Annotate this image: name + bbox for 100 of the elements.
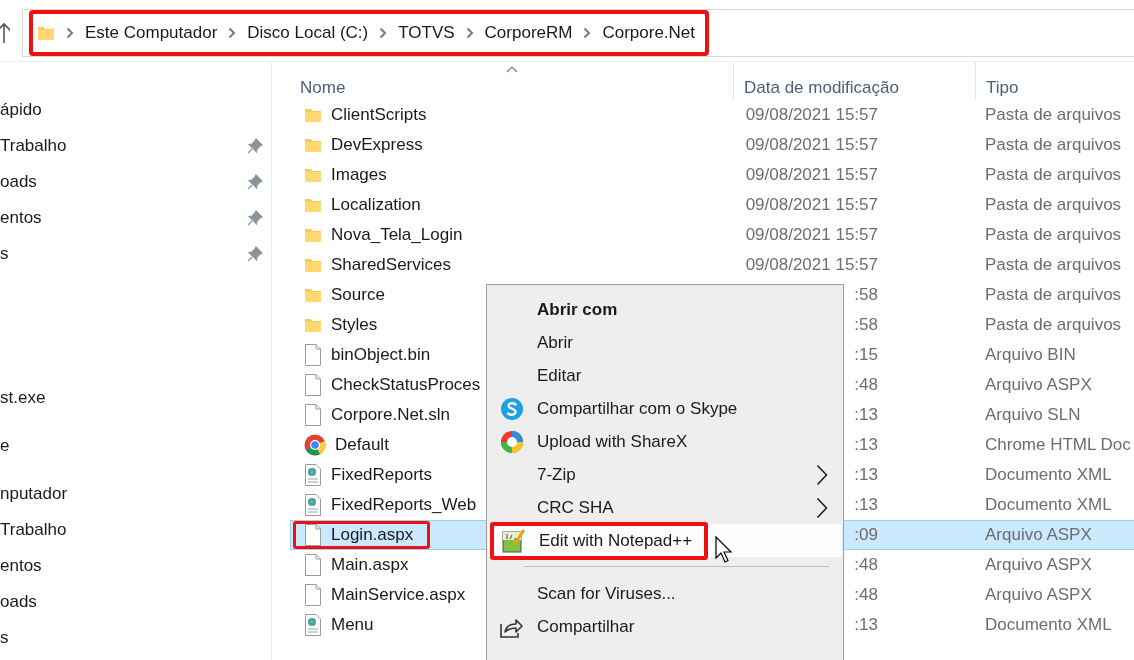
context-menu-item[interactable]: Upload with ShareX (488, 425, 842, 458)
column-header[interactable]: Tipo (975, 62, 1134, 100)
file-cell[interactable]: SharedServices (290, 250, 486, 280)
modified-date: :13 (854, 465, 878, 485)
chevron-right-icon (66, 26, 74, 39)
file-name: Default (335, 435, 389, 455)
menu-item-label: Upload with ShareX (537, 431, 688, 452)
file-cell[interactable]: MainService.aspx (290, 580, 486, 610)
web-document-icon (304, 614, 322, 636)
context-menu-item[interactable]: Scan for Viruses... (488, 577, 842, 610)
document-icon (304, 404, 322, 426)
menu-item-label: Edit with Notepad++ (539, 530, 693, 551)
address-bar[interactable]: Este Computador Disco Local (C:) TOTVS CorporeRM Corpore.Net (22, 8, 1134, 57)
breadcrumb-item[interactable]: TOTVS (398, 22, 455, 43)
modified-date: :13 (854, 405, 878, 425)
context-menu-item[interactable]: CRC SHA (488, 491, 842, 524)
file-cell[interactable]: FixedReports (290, 460, 486, 490)
nav-item[interactable]: st.exe (0, 380, 271, 416)
nav-item[interactable]: ápido (0, 92, 271, 128)
web-document-icon (304, 464, 322, 486)
pin-icon[interactable] (247, 174, 263, 190)
nav-item[interactable]: e (0, 428, 271, 464)
file-name: Main.aspx (331, 555, 409, 575)
file-name: Nova_Tela_Login (331, 225, 463, 245)
notepad-icon (502, 528, 526, 553)
file-name: FixedReports (331, 465, 433, 485)
file-cell[interactable]: FixedReports_Web (290, 490, 486, 520)
context-menu-item[interactable]: Edit with Notepad++ (488, 524, 842, 557)
file-type: Pasta de arquivos (984, 135, 1122, 155)
file-cell[interactable]: binObject.bin (290, 340, 486, 370)
sharex-icon (500, 429, 524, 454)
file-type: Pasta de arquivos (984, 165, 1122, 185)
modified-date: 09/08/2021 15:57 (745, 135, 878, 155)
context-menu-item[interactable]: Abrir com (488, 293, 842, 326)
menu-item-label: Abrir com (537, 299, 618, 320)
breadcrumb-item[interactable]: Disco Local (C:) (247, 22, 369, 43)
context-menu-item[interactable]: Compartilhar com o Skype (488, 392, 842, 425)
file-name: Menu (331, 615, 374, 635)
file-cell[interactable]: DevExpress (290, 130, 486, 160)
file-name: FixedReports_Web (331, 495, 477, 515)
folder-icon (304, 196, 322, 214)
file-cell[interactable]: Menu (290, 610, 486, 640)
document-icon (304, 524, 322, 546)
nav-item[interactable]: s (0, 236, 271, 272)
file-cell[interactable]: Localization (290, 190, 486, 220)
file-type: Pasta de arquivos (984, 195, 1122, 215)
browser-icon (304, 434, 326, 456)
context-menu-item[interactable]: 7-Zip (488, 458, 842, 491)
breadcrumb-item[interactable]: Este Computador (85, 22, 218, 43)
modified-date: :58 (854, 315, 878, 335)
folder-icon (304, 136, 322, 154)
file-type: Arquivo SLN (984, 405, 1081, 425)
skype-icon (500, 396, 524, 421)
nav-item[interactable]: oads (0, 584, 271, 620)
pin-icon[interactable] (247, 138, 263, 154)
file-type: Pasta de arquivos (984, 285, 1122, 305)
modified-date: :48 (854, 555, 878, 575)
file-type: Pasta de arquivos (984, 315, 1122, 335)
nav-item[interactable]: s (0, 620, 271, 656)
context-menu-item[interactable]: Abrir (488, 326, 842, 359)
context-menu-item[interactable]: Compartilhar (488, 610, 842, 643)
context-menu-item[interactable]: Editar (488, 359, 842, 392)
file-name: binObject.bin (331, 345, 431, 365)
file-name: MainService.aspx (331, 585, 466, 605)
file-cell[interactable]: Login.aspx (290, 520, 486, 550)
file-type: Documento XML (984, 465, 1112, 485)
file-name: ClientScripts (331, 105, 427, 125)
nav-item[interactable]: entos (0, 548, 271, 584)
chevron-right-icon (228, 26, 237, 39)
up-arrow-icon[interactable] (0, 21, 10, 44)
file-cell[interactable]: Images (290, 160, 486, 190)
pin-icon[interactable] (247, 246, 263, 262)
modified-date: 09/08/2021 15:57 (745, 165, 878, 185)
column-header[interactable]: Data de modificação (733, 62, 975, 100)
nav-item[interactable]: entos (0, 200, 271, 236)
file-cell[interactable]: Source (290, 280, 486, 310)
file-cell[interactable]: Corpore.Net.sln (290, 400, 486, 430)
menu-item-label: Abrir (537, 332, 573, 353)
file-cell[interactable]: Styles (290, 310, 486, 340)
mouse-cursor-icon (715, 536, 735, 564)
breadcrumb-item[interactable]: CorporeRM (484, 22, 573, 43)
nav-item[interactable]: Trabalho (0, 512, 271, 548)
file-type: Documento XML (984, 615, 1112, 635)
menu-item-label: Compartilhar com o Skype (537, 398, 738, 419)
modified-date: :13 (854, 495, 878, 515)
file-cell[interactable]: ClientScripts (290, 100, 486, 130)
file-cell[interactable]: CheckStatusProces (290, 370, 486, 400)
breadcrumb-item[interactable]: Corpore.Net (602, 22, 696, 43)
file-name: Corpore.Net.sln (331, 405, 451, 425)
folder-icon (304, 286, 322, 304)
file-cell[interactable]: Main.aspx (290, 550, 486, 580)
nav-item[interactable]: Trabalho (0, 128, 271, 164)
nav-item[interactable]: oads (0, 164, 271, 200)
nav-item[interactable]: nputador (0, 476, 271, 512)
file-name: Source (331, 285, 385, 305)
file-cell[interactable]: Nova_Tela_Login (290, 220, 486, 250)
file-cell[interactable]: Default (290, 430, 486, 460)
modified-date: 09/08/2021 15:57 (745, 255, 878, 275)
pin-icon[interactable] (247, 210, 263, 226)
column-header[interactable]: Nome (290, 62, 733, 100)
